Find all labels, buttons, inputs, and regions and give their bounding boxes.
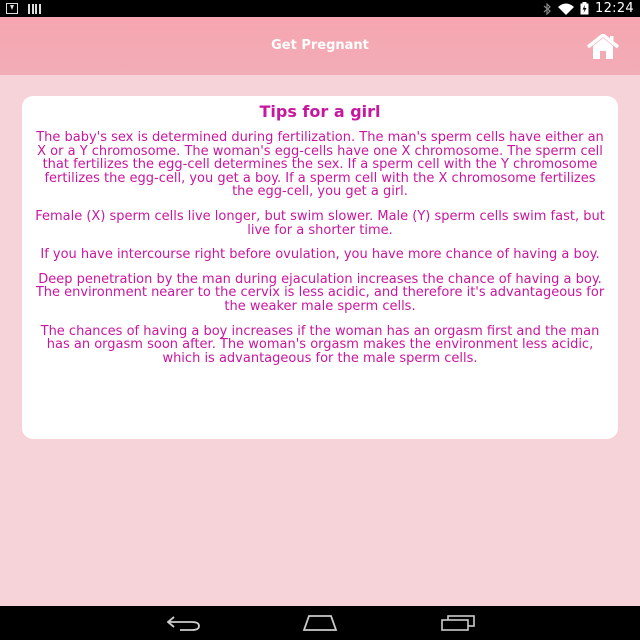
recent-apps-button[interactable] — [440, 615, 476, 635]
bluetooth-icon — [543, 2, 551, 15]
back-icon — [166, 616, 200, 631]
tip-paragraph: The chances of having a boy increases if… — [40, 323, 600, 366]
barcode-icon — [28, 3, 41, 14]
battery-icon — [580, 2, 589, 15]
status-right-icons: 12:24 — [542, 1, 634, 16]
app-bar: Get Pregnant — [0, 17, 640, 75]
tip-paragraph: The baby's sex is determined during fert… — [36, 130, 604, 200]
recent-apps-icon — [441, 615, 475, 631]
card-title: Tips for a girl — [259, 102, 381, 121]
wifi-icon — [558, 3, 575, 15]
home-icon — [586, 32, 620, 59]
tip-paragraph: If you have intercourse right before ovu… — [40, 247, 600, 263]
status-time: 12:24 — [595, 1, 634, 16]
download-icon — [6, 3, 18, 14]
tip-paragraph: Female (X) sperm cells live longer, but … — [35, 208, 605, 238]
status-bar: 12:24 — [0, 0, 640, 17]
tip-paragraph: Deep penetration by the man during ejacu… — [35, 271, 605, 314]
navigation-bar — [0, 606, 640, 640]
home-nav-button[interactable] — [301, 615, 339, 635]
home-button[interactable] — [586, 32, 620, 60]
status-left-icons — [6, 3, 41, 14]
home-nav-icon — [302, 615, 338, 631]
tips-card: Tips for a girl The baby's sex is determ… — [22, 96, 618, 439]
app-title: Get Pregnant — [271, 38, 369, 53]
back-button[interactable] — [166, 615, 202, 635]
